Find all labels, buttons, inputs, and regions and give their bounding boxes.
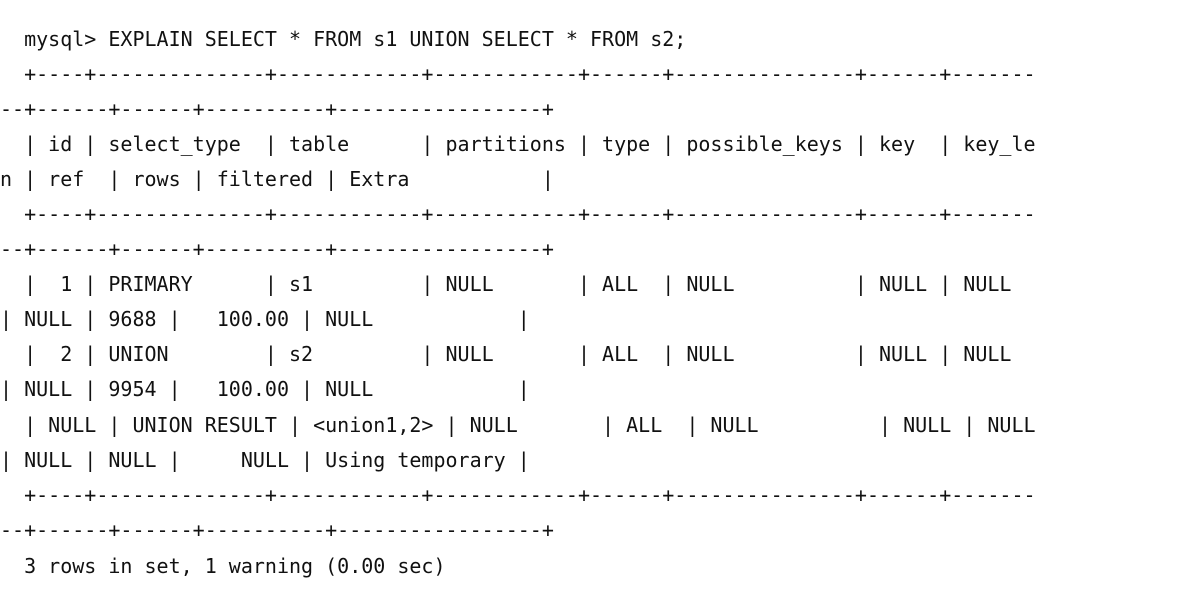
table-row-wrap: | NULL | 9954 | 100.00 | NULL |	[0, 377, 530, 401]
table-border-bottom: +----+--------------+------------+------…	[0, 483, 1036, 507]
table-row-wrap: | NULL | 9688 | 100.00 | NULL |	[0, 307, 530, 331]
table-row-wrap: | NULL | NULL | NULL | Using temporary |	[0, 448, 530, 472]
table-border-mid-wrap: --+------+------+----------+------------…	[0, 237, 554, 261]
table-border-top-wrap: --+------+------+----------+------------…	[0, 97, 554, 121]
table-border-mid: +----+--------------+------------+------…	[0, 202, 1036, 226]
table-header: | id | select_type | table | partitions …	[0, 132, 1036, 156]
table-border-top: +----+--------------+------------+------…	[0, 62, 1036, 86]
terminal-window[interactable]: mysql> EXPLAIN SELECT * FROM s1 UNION SE…	[0, 0, 1180, 596]
command-line: mysql> EXPLAIN SELECT * FROM s1 UNION SE…	[0, 27, 687, 51]
table-border-bottom-wrap: --+------+------+----------+------------…	[0, 518, 554, 542]
result-summary: 3 rows in set, 1 warning (0.00 sec)	[0, 554, 446, 578]
table-row: | 2 | UNION | s2 | NULL | ALL | NULL | N…	[0, 342, 1012, 366]
table-row: | NULL | UNION RESULT | <union1,2> | NUL…	[0, 413, 1036, 437]
table-row: | 1 | PRIMARY | s1 | NULL | ALL | NULL |…	[0, 272, 1012, 296]
table-header-wrap: n | ref | rows | filtered | Extra |	[0, 167, 554, 191]
